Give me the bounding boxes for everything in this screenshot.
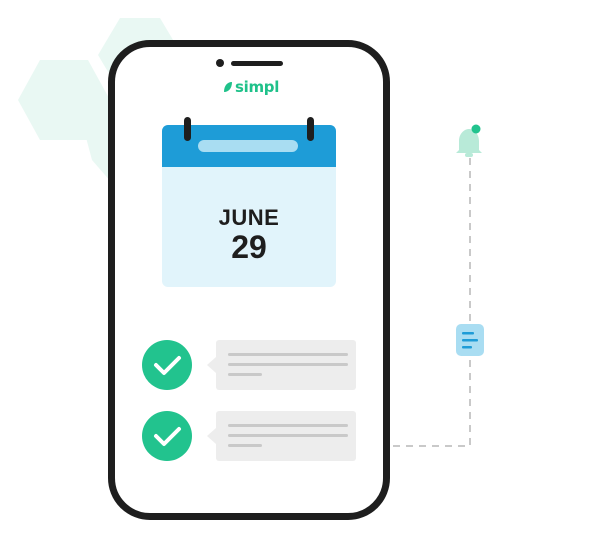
calendar-day: 29 bbox=[231, 229, 267, 265]
timeline-dashed-line bbox=[390, 158, 471, 447]
message-bubble bbox=[207, 411, 356, 461]
calendar-card: JUNE 29 bbox=[162, 117, 336, 287]
message-bubble bbox=[207, 340, 356, 390]
camera-dot bbox=[216, 59, 224, 67]
calendar-header-bar bbox=[198, 140, 298, 152]
text-line-placeholder bbox=[228, 373, 262, 376]
brand-name: simpl bbox=[235, 78, 280, 96]
brand-logo: simpl bbox=[223, 78, 279, 96]
document-icon bbox=[456, 324, 484, 356]
text-line-placeholder bbox=[228, 353, 348, 356]
text-line-placeholder bbox=[228, 434, 348, 437]
speaker-slot bbox=[231, 61, 283, 66]
checkmark-icon bbox=[154, 356, 181, 375]
text-line-placeholder bbox=[228, 444, 262, 447]
phone-frame: simpl JUNE 29 bbox=[108, 40, 390, 520]
bell-icon bbox=[456, 124, 482, 157]
check-circle bbox=[142, 340, 192, 390]
checkmark-icon bbox=[154, 427, 181, 446]
text-line-placeholder bbox=[228, 363, 348, 366]
leaf-icon bbox=[224, 82, 232, 92]
text-line-placeholder bbox=[228, 424, 348, 427]
check-circle bbox=[142, 411, 192, 461]
calendar-ring-right bbox=[307, 117, 314, 141]
calendar-ring-left bbox=[184, 117, 191, 141]
calendar-month: JUNE bbox=[218, 205, 280, 230]
